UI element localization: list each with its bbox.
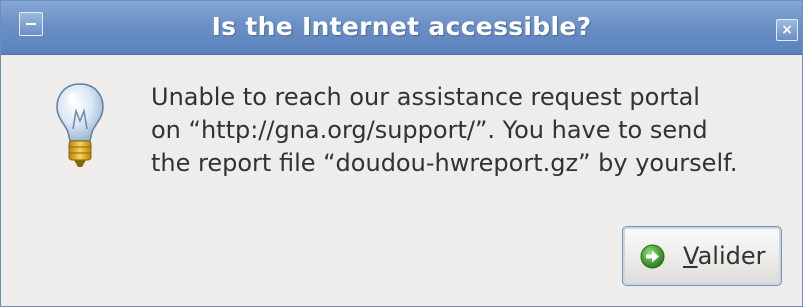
message-line: the report file “doudou-hwreport.gz” by … xyxy=(151,149,738,177)
valider-button-label: Valider xyxy=(683,242,766,270)
message-line: on “http://gna.org/support/”. You have t… xyxy=(151,116,708,144)
lightbulb-icon xyxy=(56,83,104,167)
dialog-title: Is the Internet accessible? xyxy=(211,12,592,41)
message-line: Unable to reach our assistance request p… xyxy=(151,83,700,111)
valider-button[interactable]: Valider xyxy=(622,226,782,286)
dialog-message: Unable to reach our assistance request p… xyxy=(151,81,801,180)
titlebar[interactable]: Is the Internet accessible? × xyxy=(1,1,802,55)
dialog-window: Is the Internet accessible? × Unable to … xyxy=(0,0,803,307)
green-arrow-icon xyxy=(640,244,665,269)
close-button[interactable]: × xyxy=(776,19,798,41)
